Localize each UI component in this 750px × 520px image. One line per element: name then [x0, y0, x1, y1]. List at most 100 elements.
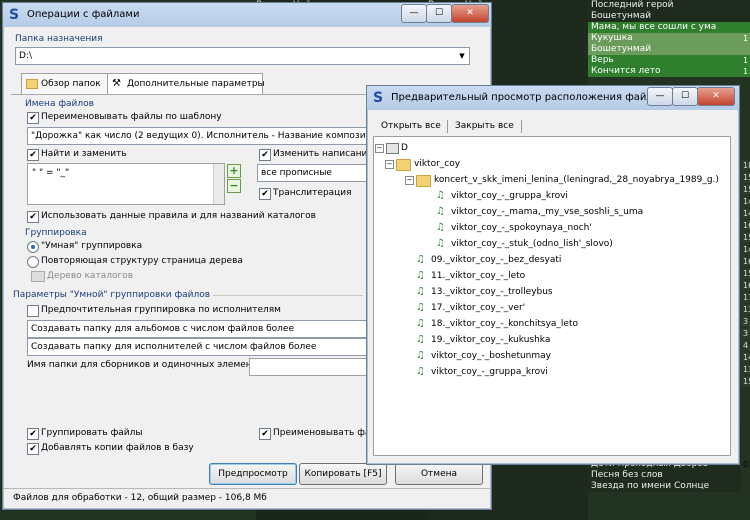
tree-item-label: viktor_coy [414, 159, 461, 169]
open-all-button[interactable]: Открыть все [381, 121, 441, 131]
background-right-digit: 3 [741, 328, 750, 339]
find-replace-label: Найти и заменить [41, 149, 127, 159]
folder-tree-label: Дерево каталогов [47, 271, 133, 281]
template-value: "Дорожка" как число (2 ведущих 0). Испол… [31, 131, 372, 141]
preview-close-button[interactable]: ✕ [697, 87, 735, 106]
expand-toggle-icon[interactable]: − [385, 160, 394, 169]
rename-by-template-checkbox[interactable]: ✔ [27, 112, 39, 124]
cancel-button[interactable]: Отмена [395, 463, 483, 485]
preview-minimize-button[interactable]: — [647, 87, 673, 106]
music-file-icon: ♫ [416, 350, 425, 361]
music-file-icon: ♫ [416, 366, 425, 377]
preview-titlebar[interactable]: S Предварительный просмотр расположения … [367, 86, 739, 110]
folder-icon [396, 159, 411, 171]
background-right-digit: 14 [741, 352, 750, 363]
tree-item-label: viktor_coy_-_mama,_my_vse_soshli_s_uma [451, 207, 644, 217]
tools-icon: ⚒ [112, 78, 121, 89]
tab-advanced-params[interactable]: ⚒ Дополнительные параметры [107, 73, 265, 94]
music-file-icon: ♫ [436, 190, 445, 201]
smart-grouping-label: "Умная" группировка [41, 241, 143, 251]
background-cell-c: Бошетунмай [588, 44, 741, 55]
status-text: Файлов для обработки - 12, общий размер … [13, 493, 267, 503]
case-combo[interactable]: все прописные [257, 164, 372, 182]
app-icon: S [373, 90, 384, 106]
template-combo[interactable]: "Дорожка" как число (2 ведущих 0). Испол… [27, 127, 372, 145]
background-bottom-cell-d [741, 437, 750, 448]
tree-item-label: viktor_coy_-_boshetunmay [431, 351, 551, 361]
artist-folder-threshold[interactable]: Создавать папку для исполнителей с число… [27, 338, 372, 356]
prefer-by-artist-checkbox[interactable] [27, 305, 39, 317]
smart-params-label: Параметры "Умной" группировки файлов [13, 290, 211, 300]
background-right-digit: 15 [741, 172, 750, 183]
preview-title: Предварительный просмотр расположения фа… [391, 92, 665, 103]
repeat-tree-label: Повторяющая структуру страница дерева [41, 256, 243, 266]
copy-button[interactable]: Копировать [F5] [299, 463, 387, 485]
expand-toggle-icon[interactable]: − [375, 144, 384, 153]
tree-item-label: 19._viktor_coy_-_kukushka [431, 335, 551, 345]
minimize-button[interactable]: — [401, 4, 427, 23]
add-copies-checkbox[interactable]: ✔ [27, 443, 39, 455]
tree-item-label: 11._viktor_coy_-_leto [431, 271, 526, 281]
background-right-digit: 16 [741, 256, 750, 267]
background-right-digit: 14 [741, 208, 750, 219]
smart-grouping-radio[interactable] [27, 241, 39, 253]
folder-icon [26, 78, 38, 89]
remove-rule-button[interactable]: − [227, 179, 241, 193]
toolbar-separator [447, 120, 448, 133]
list-scrollbar[interactable] [213, 164, 224, 204]
background-bottom-cell-d [741, 481, 750, 492]
window-title: Операции с файлами [27, 9, 140, 20]
change-case-label: Изменить написание [273, 149, 373, 159]
background-right-digit: 17 [741, 292, 750, 303]
folder-tree-icon [31, 271, 45, 282]
tree-item-label: D [401, 143, 408, 153]
background-right-digit: 13 [741, 364, 750, 375]
case-value: все прописные [261, 168, 332, 178]
transliteration-label: Транслитерация [273, 188, 352, 198]
preview-button[interactable]: Предпросмотр [209, 463, 297, 485]
rename-files-checkbox[interactable]: ✔ [259, 428, 271, 440]
transliteration-checkbox[interactable]: ✔ [259, 188, 271, 200]
tab-advanced-params-label: Дополнительные параметры [127, 79, 265, 89]
background-right-digit: 3 [741, 316, 750, 327]
background-cell-d [741, 22, 750, 33]
destination-combo[interactable]: D:\ ▼ [15, 47, 470, 65]
expand-toggle-icon[interactable]: − [405, 176, 414, 185]
add-rule-button[interactable]: + [227, 164, 241, 178]
background-right-digit: 4 [741, 340, 750, 351]
find-replace-list[interactable]: " " = "_" [27, 163, 225, 205]
drive-icon [386, 143, 399, 154]
maximize-button[interactable]: ☐ [426, 4, 452, 23]
tree-item-label: viktor_coy_-_gruppa_krovi [431, 367, 548, 377]
chevron-down-icon[interactable]: ▼ [455, 48, 469, 64]
tab-folder-browse[interactable]: Обзор папок [21, 73, 111, 94]
toolbar-separator-2 [521, 120, 522, 133]
smart-params-divider [213, 295, 363, 296]
tree-item-label: 17._viktor_coy_-_ver' [431, 303, 526, 313]
file-operations-titlebar[interactable]: S Операции с файлами — ☐ ✕ [3, 3, 491, 27]
close-button[interactable]: ✕ [451, 4, 489, 23]
close-all-button[interactable]: Закрыть все [455, 121, 514, 131]
background-right-digit: 14 [741, 244, 750, 255]
background-cell-d [741, 11, 750, 22]
preview-toolbar: Открыть все Закрыть все [373, 118, 731, 134]
music-file-icon: ♫ [416, 286, 425, 297]
use-for-folders-label: Использовать данные правила и для назван… [41, 211, 316, 221]
album-folder-threshold[interactable]: Создавать папку для альбомов с числом фа… [27, 320, 372, 338]
collections-folder-input[interactable] [249, 358, 369, 376]
preview-maximize-button[interactable]: ☐ [672, 87, 698, 106]
tree-item-label: koncert_v_skk_imeni_lenina_(leningrad,_2… [434, 175, 719, 185]
destination-value: D:\ [19, 51, 32, 61]
change-case-checkbox[interactable]: ✔ [259, 149, 271, 161]
group-files-checkbox[interactable]: ✔ [27, 428, 39, 440]
tree-item-label: 09._viktor_coy_-_bez_desyati [431, 255, 562, 265]
background-cell-d: 1 [741, 66, 750, 77]
repeat-tree-radio[interactable] [27, 256, 39, 268]
preview-tree[interactable]: D − viktor_coy − koncert_v_skk_imeni_lenina_… [373, 136, 731, 456]
use-for-folders-checkbox[interactable]: ✔ [27, 211, 39, 223]
background-bottom-cell-d [741, 448, 750, 459]
app-icon: S [9, 7, 20, 23]
find-replace-checkbox[interactable]: ✔ [27, 149, 39, 161]
background-right-digit: 15 [741, 268, 750, 279]
background-cell-c: Верь [588, 55, 741, 66]
